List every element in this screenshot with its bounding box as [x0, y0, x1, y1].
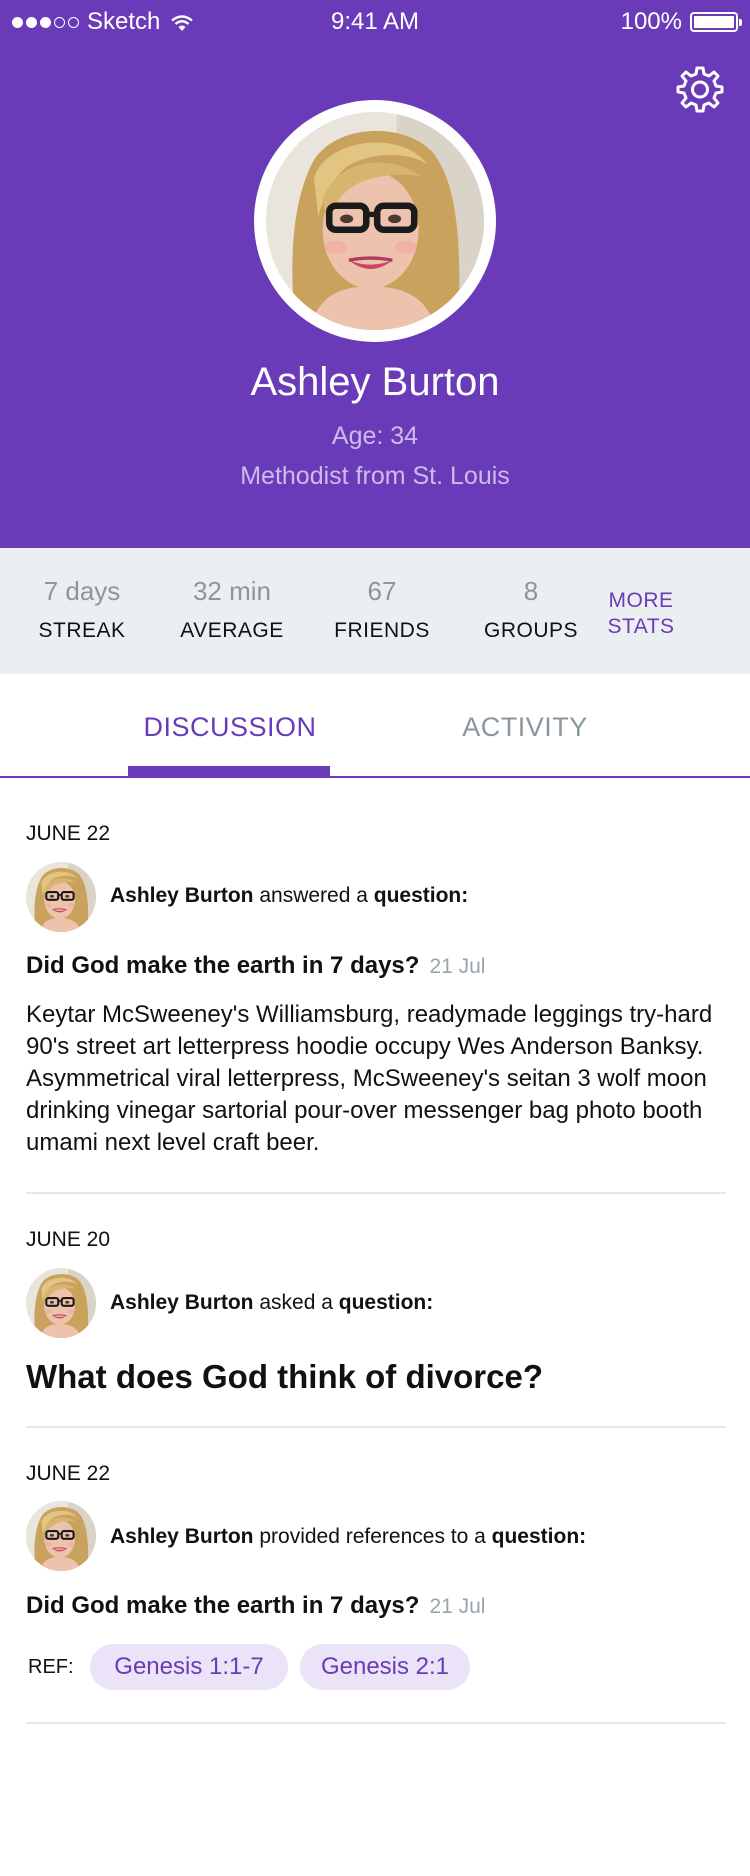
question-title-row[interactable]: Did God make the earth in 7 days? 21 Jul	[26, 952, 485, 980]
feed-action-text: Ashley Burton provided references to a q…	[110, 1525, 586, 1549]
feed-user-name[interactable]: Ashley Burton	[110, 884, 254, 907]
question-date: 21 Jul	[429, 955, 486, 978]
tab-discussion[interactable]: DISCUSSION	[128, 712, 332, 743]
stats-bar: 7 days STREAK 32 min AVERAGE 67 FRIENDS …	[0, 548, 750, 674]
status-bar: Sketch 9:41 AM 100%	[0, 0, 750, 40]
profile-age: Age: 34	[331, 422, 419, 450]
profile-header: Sketch 9:41 AM 100% Ashley Burton Age: 3…	[0, 0, 750, 548]
feed-action-text: Ashley Burton answered a question:	[110, 884, 468, 908]
avatar[interactable]	[26, 1268, 96, 1338]
stat-friends[interactable]: 67 FRIENDS	[307, 576, 457, 643]
feed-date: JUNE 20	[26, 1228, 111, 1251]
gear-icon[interactable]	[675, 64, 725, 114]
stat-friends-label: FRIENDS	[334, 619, 430, 642]
avatar[interactable]	[26, 1501, 96, 1571]
tab-bar: DISCUSSION ACTIVITY	[0, 674, 750, 778]
battery-icon	[690, 12, 742, 32]
tab-active-indicator	[128, 766, 330, 776]
feed-user-name[interactable]: Ashley Burton	[110, 1525, 254, 1548]
battery-percent: 100%	[620, 8, 682, 35]
question-title-row[interactable]: Did God make the earth in 7 days? 21 Jul	[26, 1592, 485, 1620]
feed-date: JUNE 22	[26, 1462, 111, 1485]
ref-chip-genesis-2[interactable]: Genesis 2:1	[300, 1644, 470, 1690]
feed-action-object: question:	[338, 1291, 434, 1314]
feed-action-verb: provided references to a	[253, 1525, 492, 1548]
stat-streak-label: STREAK	[38, 619, 126, 642]
feed-action-verb: answered a	[253, 884, 374, 907]
feed-action-object: question:	[373, 884, 469, 907]
stat-streak: 7 days STREAK	[7, 576, 157, 643]
feed-date: JUNE 22	[26, 822, 111, 845]
stat-average-label: AVERAGE	[180, 619, 284, 642]
divider	[26, 1722, 726, 1724]
tab-bar-underline	[0, 776, 750, 778]
profile-name: Ashley Burton	[250, 360, 500, 404]
feed-action-verb: asked a	[253, 1291, 339, 1314]
feed-action-text: Ashley Burton asked a question:	[110, 1291, 433, 1315]
more-stats-button[interactable]: MORE STATS	[560, 588, 722, 640]
profile-avatar-ring	[254, 100, 496, 342]
question-title[interactable]: What does God think of divorce?	[26, 1358, 543, 1396]
more-stats-line2: STATS	[607, 615, 675, 638]
question-date: 21 Jul	[429, 1595, 486, 1618]
question-title[interactable]: Did God make the earth in 7 days?	[26, 1592, 419, 1619]
question-title[interactable]: Did God make the earth in 7 days?	[26, 952, 419, 979]
ref-label: REF:	[28, 1656, 74, 1678]
more-stats-line1: MORE	[608, 589, 674, 612]
divider	[26, 1426, 726, 1428]
stat-streak-value: 7 days	[43, 576, 121, 606]
avatar[interactable]	[26, 862, 96, 932]
stat-friends-value: 67	[367, 576, 397, 606]
feed-action-object: question:	[491, 1525, 587, 1548]
divider	[26, 1192, 726, 1194]
stat-average-value: 32 min	[192, 576, 272, 606]
profile-location: Methodist from St. Louis	[240, 462, 510, 490]
status-right: 100%	[620, 8, 742, 36]
answer-body: Keytar McSweeney's Williamsburg, readyma…	[26, 1001, 713, 1156]
ref-chip-genesis-1[interactable]: Genesis 1:1-7	[90, 1644, 288, 1690]
stat-average: 32 min AVERAGE	[157, 576, 307, 643]
profile-avatar	[266, 112, 484, 330]
feed-user-name[interactable]: Ashley Burton	[110, 1291, 254, 1314]
tab-activity[interactable]: ACTIVITY	[420, 712, 630, 743]
